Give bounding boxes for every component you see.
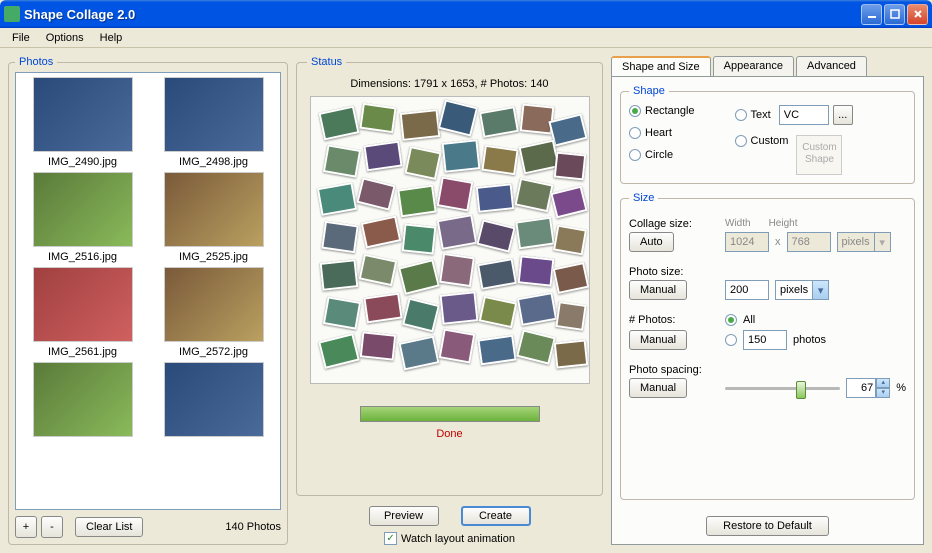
collage-preview bbox=[310, 96, 590, 384]
minimize-button[interactable] bbox=[861, 4, 882, 25]
add-photo-button[interactable]: + bbox=[15, 516, 37, 538]
shape-fieldset: Shape Rectangle Heart Circle Text ... bbox=[620, 85, 915, 184]
collage-height-input[interactable] bbox=[787, 232, 831, 252]
photo-size-mode-button[interactable]: Manual bbox=[629, 280, 687, 300]
photo-thumb[interactable]: IMG_2561.jpg bbox=[20, 267, 145, 358]
photo-thumb[interactable] bbox=[20, 362, 145, 437]
shape-text-input[interactable] bbox=[779, 105, 829, 125]
menu-options[interactable]: Options bbox=[38, 30, 92, 46]
status-panel: Status Dimensions: 1791 x 1653, # Photos… bbox=[296, 56, 603, 545]
settings-panel: Shape and Size Appearance Advanced Shape… bbox=[611, 56, 924, 545]
radio-heart[interactable] bbox=[629, 127, 641, 139]
menubar: File Options Help bbox=[0, 28, 932, 48]
radio-num-photos[interactable] bbox=[725, 334, 737, 346]
watch-animation-label: Watch layout animation bbox=[401, 533, 515, 545]
spacing-input[interactable] bbox=[846, 378, 876, 398]
photo-units-combo[interactable]: pixels▾ bbox=[775, 280, 829, 300]
photo-thumb[interactable] bbox=[151, 362, 276, 437]
radio-custom[interactable] bbox=[735, 135, 747, 147]
photo-thumb[interactable]: IMG_2490.jpg bbox=[20, 77, 145, 168]
maximize-button[interactable] bbox=[884, 4, 905, 25]
radio-all-photos[interactable] bbox=[725, 314, 737, 326]
radio-text[interactable] bbox=[735, 109, 747, 121]
collage-units-combo[interactable]: pixels▾ bbox=[837, 232, 891, 252]
collage-width-input[interactable] bbox=[725, 232, 769, 252]
app-icon bbox=[4, 6, 20, 22]
radio-rectangle[interactable] bbox=[629, 105, 641, 117]
spacing-mode-button[interactable]: Manual bbox=[629, 378, 687, 398]
progress-bar bbox=[360, 406, 540, 422]
menu-file[interactable]: File bbox=[4, 30, 38, 46]
photo-count: 140 Photos bbox=[225, 521, 281, 533]
size-fieldset: Size Collage size: Width Height Auto x bbox=[620, 192, 915, 500]
preview-button[interactable]: Preview bbox=[369, 506, 439, 526]
create-button[interactable]: Create bbox=[461, 506, 531, 526]
dimensions-text: Dimensions: 1791 x 1653, # Photos: 140 bbox=[350, 78, 548, 90]
tab-advanced[interactable]: Advanced bbox=[796, 56, 867, 76]
menu-help[interactable]: Help bbox=[92, 30, 131, 46]
spacing-spinner[interactable]: ▴▾ bbox=[846, 378, 890, 398]
tab-shape-and-size[interactable]: Shape and Size bbox=[611, 56, 711, 76]
spacing-slider[interactable] bbox=[725, 387, 840, 390]
close-button[interactable] bbox=[907, 4, 928, 25]
size-legend: Size bbox=[629, 192, 658, 204]
photos-panel: Photos IMG_2490.jpg IMG_2498.jpg IMG_251… bbox=[8, 56, 288, 545]
done-text: Done bbox=[436, 428, 462, 440]
watch-animation-checkbox[interactable]: ✓ bbox=[384, 532, 397, 545]
tab-appearance[interactable]: Appearance bbox=[713, 56, 794, 76]
remove-photo-button[interactable]: - bbox=[41, 516, 63, 538]
shape-legend: Shape bbox=[629, 85, 669, 97]
window-title: Shape Collage 2.0 bbox=[24, 7, 859, 22]
clear-list-button[interactable]: Clear List bbox=[75, 517, 143, 537]
numphotos-input[interactable] bbox=[743, 330, 787, 350]
photo-thumb[interactable]: IMG_2516.jpg bbox=[20, 172, 145, 263]
photo-thumb[interactable]: IMG_2525.jpg bbox=[151, 172, 276, 263]
numphotos-mode-button[interactable]: Manual bbox=[629, 330, 687, 350]
radio-circle[interactable] bbox=[629, 149, 641, 161]
spinner-down-icon[interactable]: ▾ bbox=[876, 388, 890, 398]
photos-legend: Photos bbox=[15, 56, 57, 68]
spinner-up-icon[interactable]: ▴ bbox=[876, 378, 890, 388]
photo-thumb[interactable]: IMG_2572.jpg bbox=[151, 267, 276, 358]
titlebar: Shape Collage 2.0 bbox=[0, 0, 932, 28]
shape-text-browse-button[interactable]: ... bbox=[833, 105, 853, 125]
photo-size-input[interactable] bbox=[725, 280, 769, 300]
custom-shape-box[interactable]: Custom Shape bbox=[796, 135, 842, 175]
collage-size-mode-button[interactable]: Auto bbox=[629, 232, 674, 252]
restore-default-button[interactable]: Restore to Default bbox=[706, 516, 829, 536]
photo-thumb[interactable]: IMG_2498.jpg bbox=[151, 77, 276, 168]
thumbs-scroll[interactable]: IMG_2490.jpg IMG_2498.jpg IMG_2516.jpg I… bbox=[15, 72, 281, 510]
status-legend: Status bbox=[307, 56, 346, 68]
